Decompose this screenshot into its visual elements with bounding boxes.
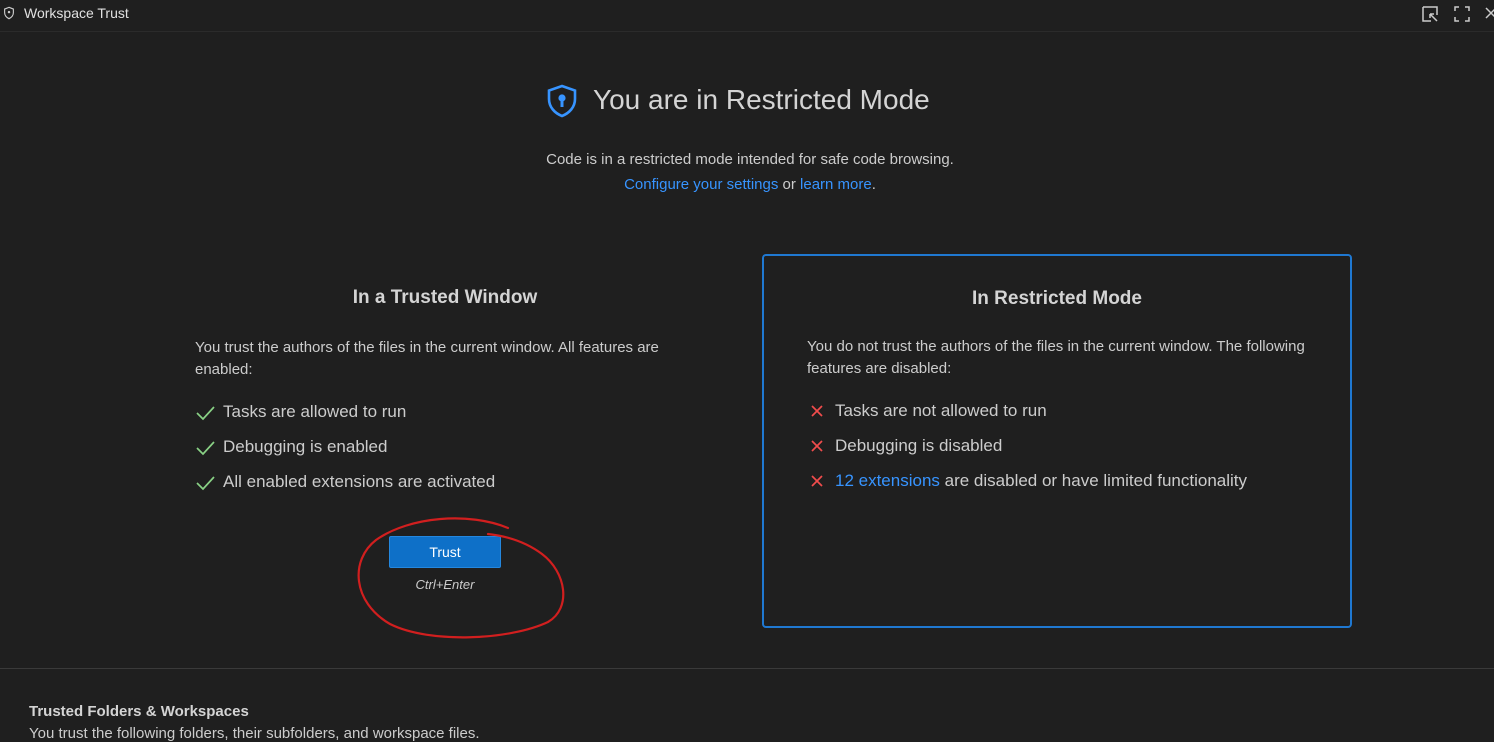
or-text: or: [778, 176, 801, 193]
list-item: Tasks are allowed to run: [195, 402, 495, 437]
editor-tab-bar: Workspace Trust: [0, 0, 1494, 32]
shield-icon: [4, 6, 14, 20]
trusted-heading: In a Trusted Window: [352, 287, 538, 308]
shield-lock-icon: [547, 84, 577, 118]
page-title: You are in Restricted Mode: [593, 84, 930, 115]
trusted-window-card: In a Trusted Window You trust the author…: [150, 254, 740, 628]
subtitle-text: Code is in a restricted mode intended fo…: [546, 151, 954, 168]
section-divider: [0, 668, 1494, 669]
feature-text: All enabled extensions are activated: [223, 472, 496, 491]
check-icon: [196, 476, 215, 491]
trusted-feature-list: Tasks are allowed to run Debugging is en…: [195, 402, 495, 507]
open-in-window-icon[interactable]: [1420, 4, 1440, 24]
restricted-feature-list: Tasks are not allowed to run Debugging i…: [807, 401, 1247, 506]
feature-text: Tasks are not allowed to run: [835, 401, 1047, 420]
feature-text: Debugging is enabled: [223, 437, 388, 456]
maximize-icon[interactable]: [1452, 4, 1472, 24]
list-item: Debugging is disabled: [807, 436, 1247, 471]
close-icon[interactable]: [1482, 4, 1494, 24]
extensions-link[interactable]: 12 extensions: [835, 471, 940, 490]
trusted-description: You trust the authors of the files in th…: [195, 339, 659, 378]
x-icon: [811, 475, 823, 487]
restricted-heading: In Restricted Mode: [972, 288, 1142, 309]
subtitle-links: Configure your settings or learn more.: [0, 172, 1494, 197]
trusted-folders-heading: Trusted Folders & Workspaces: [29, 703, 249, 720]
list-item: 12 extensions are disabled or have limit…: [807, 471, 1247, 506]
keybinding-hint: Ctrl+Enter: [415, 577, 475, 592]
period-text: .: [871, 176, 876, 193]
learn-more-link[interactable]: learn more: [800, 176, 872, 193]
feature-text: Debugging is disabled: [835, 436, 1003, 455]
restricted-mode-card: In Restricted Mode You do not trust the …: [762, 254, 1352, 628]
configure-settings-link[interactable]: Configure your settings: [624, 176, 778, 193]
x-icon: [811, 405, 823, 417]
trusted-folders-description: You trust the following folders, their s…: [29, 725, 480, 742]
restricted-description: You do not trust the authors of the file…: [807, 338, 1305, 377]
list-item: All enabled extensions are activated: [195, 472, 495, 507]
tab-title[interactable]: Workspace Trust: [24, 5, 129, 21]
feature-text: Tasks are allowed to run: [223, 402, 407, 421]
list-item: Tasks are not allowed to run: [807, 401, 1247, 436]
trust-button[interactable]: Trust: [389, 536, 501, 568]
hero-subtitle: Code is in a restricted mode intended fo…: [0, 147, 1494, 197]
list-item: Debugging is enabled: [195, 437, 495, 472]
feature-text-row: 12 extensions are disabled or have limit…: [835, 471, 1247, 491]
check-icon: [196, 441, 215, 456]
check-icon: [196, 406, 215, 421]
x-icon: [811, 440, 823, 452]
feature-text: are disabled or have limited functionali…: [939, 471, 1248, 490]
